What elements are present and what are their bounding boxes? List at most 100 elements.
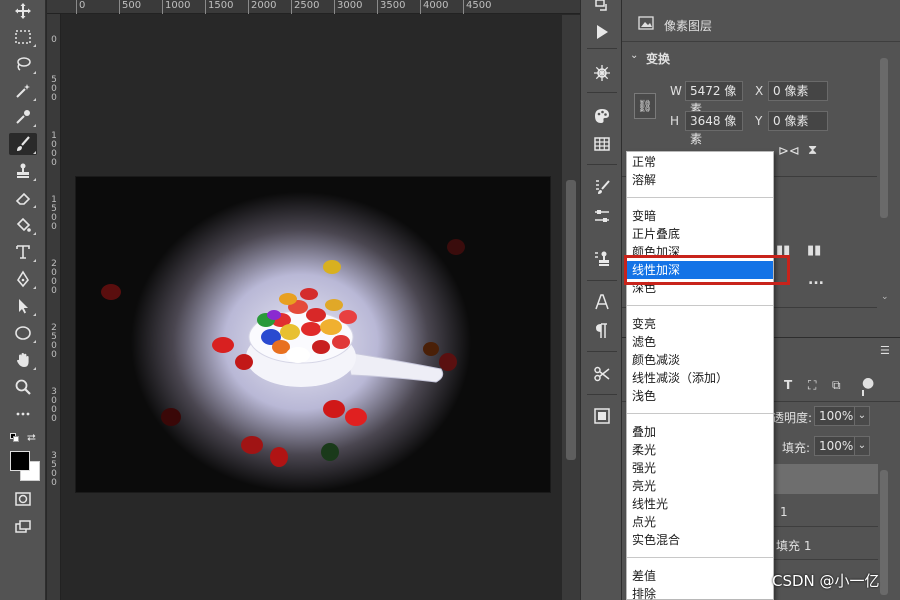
blend-mode-item[interactable]: 溶解 (627, 171, 773, 189)
blend-mode-item[interactable]: 强光 (627, 459, 773, 477)
paint-bucket-tool[interactable] (9, 214, 37, 236)
grid-icon (594, 137, 610, 151)
pen-tool[interactable] (9, 268, 37, 290)
ruler-label: 1500 (51, 195, 57, 232)
brush-tool[interactable] (9, 133, 37, 155)
type-tool[interactable] (9, 241, 37, 263)
y-position-field[interactable]: 0 像素 (768, 111, 828, 131)
artboard-icon (594, 408, 610, 424)
fill-dropdown-button[interactable]: ⌄ (854, 436, 870, 456)
blend-mode-item[interactable]: 颜色减淡 (627, 351, 773, 369)
vertical-ruler[interactable]: 0 500 1000 1500 2000 2500 3000 3500 (47, 14, 61, 600)
stamp-icon (17, 163, 29, 178)
blend-mode-item[interactable]: 实色混合 (627, 531, 773, 549)
height-field[interactable]: 3648 像素 (685, 111, 743, 146)
path-selection-tool[interactable] (9, 295, 37, 317)
scrollbar-thumb[interactable] (566, 180, 576, 460)
scroll-down-arrow-icon[interactable]: ⌄ (881, 292, 889, 302)
blend-mode-item[interactable]: 叠加 (627, 423, 773, 441)
lasso-icon (17, 57, 31, 71)
x-position-field[interactable]: 0 像素 (768, 81, 828, 101)
paragraph-panel-button[interactable] (589, 320, 615, 342)
filter-toggle-icon[interactable]: ● (862, 375, 874, 391)
move-tool[interactable] (9, 0, 37, 22)
magic-wand-tool[interactable] (9, 80, 37, 102)
move-icon (15, 3, 31, 19)
blend-mode-item[interactable]: 线性光 (627, 495, 773, 513)
more-options-button[interactable]: ... (808, 272, 824, 288)
layer-row-selected[interactable] (772, 464, 878, 494)
distribute-icon[interactable]: ▮▮ (807, 243, 821, 258)
screen-mode-button[interactable] (9, 516, 37, 538)
quick-mask-icon (15, 492, 31, 506)
lasso-tool[interactable] (9, 53, 37, 75)
link-dimensions-button[interactable]: ⛓ (634, 93, 656, 119)
hand-tool[interactable] (9, 349, 37, 371)
ruler-label: 2500 (51, 323, 57, 360)
zoom-tool[interactable] (9, 376, 37, 398)
layer-row[interactable]: 1 (772, 497, 878, 527)
swatches-panel-button[interactable] (589, 133, 615, 155)
artboard-panel-button[interactable] (589, 405, 615, 427)
horizontal-ruler[interactable]: 0 500 1000 1500 2000 2500 3000 3500 4000… (47, 0, 580, 14)
eraser-tool[interactable] (9, 187, 37, 209)
swap-colors-icon[interactable]: ⮂ (27, 431, 36, 445)
stamp-tool[interactable] (9, 160, 37, 182)
brush-settings-button[interactable] (589, 176, 615, 198)
tool-presets-button[interactable] (589, 363, 615, 385)
shape-filter-icon[interactable]: ⛶ (808, 378, 816, 393)
ruler-label: 4000 (420, 0, 448, 14)
ruler-label: 3500 (51, 451, 57, 488)
blend-mode-item[interactable]: 变暗 (627, 207, 773, 225)
smart-object-filter-icon[interactable]: ⧉ (832, 378, 841, 393)
clone-source-button[interactable] (589, 247, 615, 269)
navigator-panel-button[interactable] (589, 62, 615, 84)
blend-mode-item[interactable]: 差值 (627, 567, 773, 585)
ruler-label: 500 (51, 75, 57, 103)
layer-row[interactable]: 填充 1 (772, 530, 878, 560)
blend-mode-item[interactable]: 滤色 (627, 333, 773, 351)
ruler-label: 3000 (334, 0, 362, 14)
default-colors-icon[interactable] (10, 433, 20, 443)
more-tools-button[interactable] (9, 403, 37, 425)
character-panel-button[interactable] (589, 291, 615, 313)
width-field[interactable]: 5472 像素 (685, 81, 743, 116)
pilcrow-icon (596, 323, 607, 338)
actions-panel-button[interactable] (589, 21, 615, 43)
character-icon (595, 294, 609, 310)
marquee-tool[interactable] (9, 26, 37, 48)
opacity-dropdown-button[interactable]: ⌄ (854, 406, 870, 426)
blend-mode-item[interactable]: 亮光 (627, 477, 773, 495)
panel-menu-icon[interactable]: ☰ (880, 344, 890, 357)
rect-marquee-icon (15, 30, 31, 44)
blend-mode-item[interactable]: 正常 (627, 153, 773, 171)
collapse-chevron-icon[interactable]: ⌄ (630, 50, 638, 61)
blend-mode-menu[interactable]: 正常 溶解 变暗 正片叠底 颜色加深 线性加深 深色 变亮 滤色 颜色减淡 线性… (626, 151, 774, 600)
ruler-label: 1000 (162, 0, 190, 14)
blend-mode-item[interactable]: 排除 (627, 585, 773, 600)
blend-mode-item[interactable]: 变亮 (627, 315, 773, 333)
blend-mode-item[interactable]: 正片叠底 (627, 225, 773, 243)
palette-icon (595, 109, 609, 123)
quick-mask-button[interactable] (9, 488, 37, 510)
blend-mode-item[interactable]: 浅色 (627, 387, 773, 405)
layer-name: 填充 1 (776, 539, 812, 553)
properties-scrollbar[interactable] (880, 58, 888, 218)
flip-vertical-icon[interactable]: ⧗ (808, 143, 817, 158)
ruler-label: 2000 (248, 0, 276, 14)
flip-horizontal-icon[interactable]: ⊳⊲ (778, 144, 800, 159)
type-filter-icon[interactable]: T (784, 378, 792, 392)
jelly-bean-photo (76, 177, 550, 492)
history-panel-button[interactable] (589, 0, 615, 18)
layers-scrollbar[interactable] (880, 470, 888, 595)
eyedropper-tool[interactable] (9, 106, 37, 128)
ellipse-tool[interactable] (9, 322, 37, 344)
foreground-color-swatch[interactable] (10, 451, 30, 471)
blend-mode-item[interactable]: 线性减淡（添加） (627, 369, 773, 387)
adjustments-panel-button[interactable] (589, 205, 615, 227)
document-image[interactable] (76, 177, 550, 492)
blend-mode-item[interactable]: 柔光 (627, 441, 773, 459)
arrow-cursor-icon (19, 299, 28, 314)
blend-mode-item[interactable]: 点光 (627, 513, 773, 531)
color-panel-button[interactable] (589, 105, 615, 127)
